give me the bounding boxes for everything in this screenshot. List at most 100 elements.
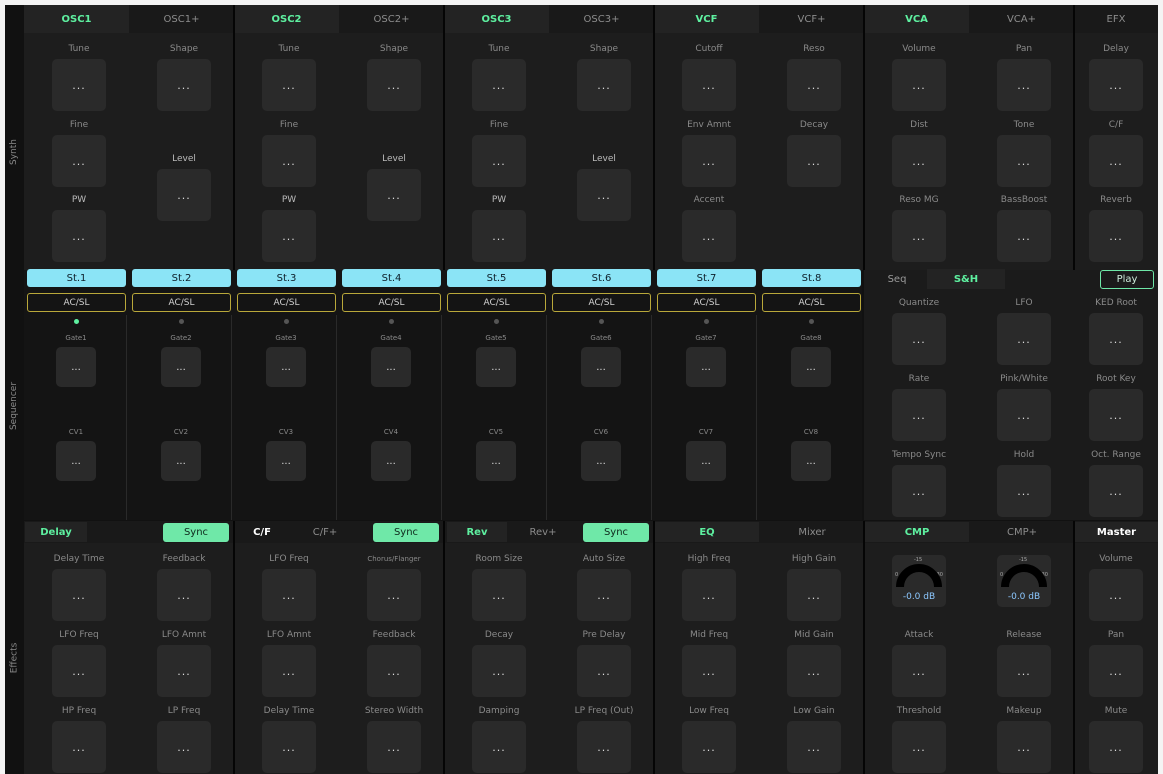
- master-pan-knob[interactable]: Pan...: [1061, 629, 1163, 697]
- acsl-button-3[interactable]: AC/SL: [237, 293, 336, 312]
- cmp-threshold-knob[interactable]: Threshold...: [864, 705, 974, 773]
- gate-knob-4[interactable]: Gate4...: [340, 333, 442, 387]
- gate-knob-2[interactable]: Gate2...: [130, 333, 232, 387]
- cv-knob-7[interactable]: CV7...: [655, 427, 757, 481]
- delay-feedback-knob[interactable]: Feedback...: [129, 553, 239, 621]
- tab-osc3[interactable]: OSC3: [444, 5, 549, 33]
- tab-osc1[interactable]: OSC1: [24, 5, 129, 33]
- tab-cf[interactable]: C/F: [237, 522, 287, 542]
- eq-mid-freq-knob[interactable]: Mid Freq...: [654, 629, 764, 697]
- cf-sync-button[interactable]: Sync: [373, 523, 439, 542]
- acsl-button-1[interactable]: AC/SL: [27, 293, 126, 312]
- sh-root-key-knob[interactable]: Root Key...: [1061, 373, 1163, 441]
- cf-feedback-knob[interactable]: Feedback...: [339, 629, 449, 697]
- osc3-tune-knob[interactable]: Tune...: [444, 43, 554, 111]
- osc1-shape-knob[interactable]: Shape...: [129, 43, 239, 111]
- cmp-attack-knob[interactable]: Attack...: [864, 629, 974, 697]
- rev-decay-knob[interactable]: Decay...: [444, 629, 554, 697]
- step-button-2[interactable]: St.2: [132, 269, 231, 287]
- eq-low-freq-knob[interactable]: Low Freq...: [654, 705, 764, 773]
- rev-sync-button[interactable]: Sync: [583, 523, 649, 542]
- tab-vcf[interactable]: VCF: [654, 5, 759, 33]
- tab-mixer[interactable]: Mixer: [760, 522, 864, 542]
- osc1-level-knob[interactable]: Level...: [129, 153, 239, 221]
- tab-vca-plus[interactable]: VCA+: [969, 5, 1074, 33]
- gate-knob-6[interactable]: Gate6...: [550, 333, 652, 387]
- tab-cmp-plus[interactable]: CMP+: [970, 522, 1074, 542]
- eq-low-gain-knob[interactable]: Low Gain...: [759, 705, 869, 773]
- vcf-accent-knob[interactable]: Accent...: [654, 194, 764, 262]
- tab-cmp[interactable]: CMP: [865, 522, 969, 542]
- rev-room-size-knob[interactable]: Room Size...: [444, 553, 554, 621]
- tab-osc2[interactable]: OSC2: [234, 5, 339, 33]
- tab-osc2-plus[interactable]: OSC2+: [339, 5, 444, 33]
- tab-vcf-plus[interactable]: VCF+: [759, 5, 864, 33]
- vcf-decay-knob[interactable]: Decay...: [759, 119, 869, 187]
- sh-oct-range-knob[interactable]: Oct. Range...: [1061, 449, 1163, 517]
- play-button[interactable]: Play: [1100, 270, 1154, 289]
- cf-lfo-freq-knob[interactable]: LFO Freq...: [234, 553, 344, 621]
- step-button-4[interactable]: St.4: [342, 269, 441, 287]
- osc2-level-knob[interactable]: Level...: [339, 153, 449, 221]
- osc3-fine-knob[interactable]: Fine...: [444, 119, 554, 187]
- gate-knob-5[interactable]: Gate5...: [445, 333, 547, 387]
- eq-high-freq-knob[interactable]: High Freq...: [654, 553, 764, 621]
- sh-quantize-knob[interactable]: Quantize...: [864, 297, 974, 365]
- rev-auto-size-knob[interactable]: Auto Size...: [549, 553, 659, 621]
- cv-knob-4[interactable]: CV4...: [340, 427, 442, 481]
- delay-lfo-amnt-knob[interactable]: LFO Amnt...: [129, 629, 239, 697]
- eq-mid-gain-knob[interactable]: Mid Gain...: [759, 629, 869, 697]
- osc2-shape-knob[interactable]: Shape...: [339, 43, 449, 111]
- efx-cf-knob[interactable]: C/F...: [1061, 119, 1163, 187]
- vca-reso-mg-knob[interactable]: Reso MG...: [864, 194, 974, 262]
- step-button-1[interactable]: St.1: [27, 269, 126, 287]
- acsl-button-7[interactable]: AC/SL: [657, 293, 756, 312]
- cv-knob-6[interactable]: CV6...: [550, 427, 652, 481]
- tab-vca[interactable]: VCA: [864, 5, 969, 33]
- osc2-fine-knob[interactable]: Fine...: [234, 119, 344, 187]
- osc3-level-knob[interactable]: Level...: [549, 153, 659, 221]
- delay-lfo-freq-knob[interactable]: LFO Freq...: [24, 629, 134, 697]
- vcf-env-amnt-knob[interactable]: Env Amnt...: [654, 119, 764, 187]
- rev-pre-delay-knob[interactable]: Pre Delay...: [549, 629, 659, 697]
- tab-rev-plus[interactable]: Rev+: [513, 522, 573, 542]
- osc3-pw-knob[interactable]: PW...: [444, 194, 554, 262]
- cf-lfo-amnt-knob[interactable]: LFO Amnt...: [234, 629, 344, 697]
- rev-lp-freq-out-knob[interactable]: LP Freq (Out)...: [549, 705, 659, 773]
- sh-rate-knob[interactable]: Rate...: [864, 373, 974, 441]
- cf-chorus-flanger-knob[interactable]: Chorus/Flanger...: [339, 553, 449, 621]
- tab-sh[interactable]: S&H: [927, 269, 1005, 289]
- tab-rev[interactable]: Rev: [447, 522, 507, 542]
- cv-knob-1[interactable]: CV1...: [25, 427, 127, 481]
- gate-knob-7[interactable]: Gate7...: [655, 333, 757, 387]
- acsl-button-4[interactable]: AC/SL: [342, 293, 441, 312]
- acsl-button-5[interactable]: AC/SL: [447, 293, 546, 312]
- master-volume-knob[interactable]: Volume...: [1061, 553, 1163, 621]
- acsl-button-8[interactable]: AC/SL: [762, 293, 861, 312]
- tab-eq[interactable]: EQ: [655, 522, 759, 542]
- tab-cf-plus[interactable]: C/F+: [295, 522, 355, 542]
- efx-delay-knob[interactable]: Delay...: [1061, 43, 1163, 111]
- tab-delay[interactable]: Delay: [25, 522, 87, 542]
- tab-osc1-plus[interactable]: OSC1+: [129, 5, 234, 33]
- tab-seq[interactable]: Seq: [867, 269, 927, 289]
- delay-lp-freq-knob[interactable]: LP Freq...: [129, 705, 239, 773]
- delay-time-knob[interactable]: Delay Time...: [24, 553, 134, 621]
- gate-knob-8[interactable]: Gate8...: [760, 333, 862, 387]
- cf-stereo-width-knob[interactable]: Stereo Width...: [339, 705, 449, 773]
- acsl-button-2[interactable]: AC/SL: [132, 293, 231, 312]
- osc1-tune-knob[interactable]: Tune...: [24, 43, 134, 111]
- step-button-3[interactable]: St.3: [237, 269, 336, 287]
- vca-volume-knob[interactable]: Volume...: [864, 43, 974, 111]
- osc2-tune-knob[interactable]: Tune...: [234, 43, 344, 111]
- sh-ked-root-knob[interactable]: KED Root...: [1061, 297, 1163, 365]
- rev-damping-knob[interactable]: Damping...: [444, 705, 554, 773]
- cf-delay-time-knob[interactable]: Delay Time...: [234, 705, 344, 773]
- step-button-6[interactable]: St.6: [552, 269, 651, 287]
- vcf-reso-knob[interactable]: Reso...: [759, 43, 869, 111]
- delay-sync-button[interactable]: Sync: [163, 523, 229, 542]
- step-button-5[interactable]: St.5: [447, 269, 546, 287]
- vcf-cutoff-knob[interactable]: Cutoff...: [654, 43, 764, 111]
- tab-osc3-plus[interactable]: OSC3+: [549, 5, 654, 33]
- tab-master[interactable]: Master: [1075, 522, 1158, 542]
